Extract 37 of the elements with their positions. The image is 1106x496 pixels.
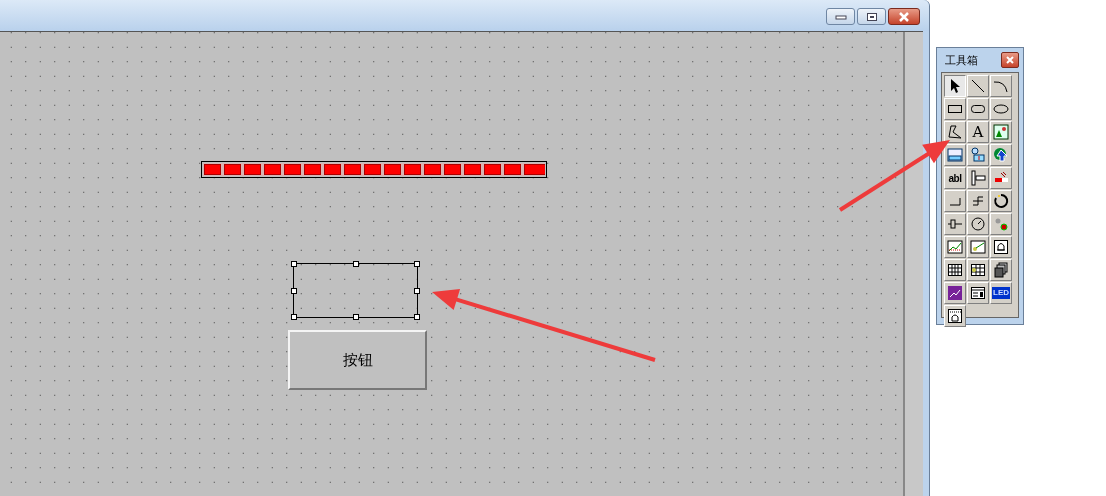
arc-icon — [993, 78, 1009, 94]
tool-button[interactable]: abl — [944, 167, 966, 189]
line-icon — [970, 78, 986, 94]
ellipse-icon — [993, 101, 1009, 117]
minimize-icon — [834, 13, 847, 20]
close-button[interactable] — [1001, 52, 1019, 68]
maximize-button[interactable] — [857, 8, 886, 25]
form-icon — [970, 285, 986, 301]
tool-button[interactable]: A — [967, 121, 989, 143]
tool-button[interactable] — [944, 75, 966, 97]
toolbox-title: 工具箱 — [944, 52, 978, 68]
close-button[interactable] — [888, 8, 920, 25]
selected-control[interactable] — [293, 263, 418, 318]
chart-icon — [947, 285, 963, 301]
trend-chart-icon — [947, 239, 963, 255]
component-icon — [970, 147, 986, 163]
ring-icon — [993, 193, 1009, 209]
dial-icon — [970, 216, 986, 232]
dots-icon — [993, 216, 1009, 232]
trend-chart-icon — [970, 239, 986, 255]
maximize-icon — [865, 11, 878, 22]
close-icon — [898, 11, 910, 22]
canvas-button[interactable]: 按钮 — [288, 330, 427, 390]
step-line-icon — [970, 193, 986, 209]
polygon-icon — [947, 124, 963, 140]
knob-icon — [947, 216, 963, 232]
bell-window-icon — [947, 308, 963, 324]
stack-icon — [993, 262, 1009, 278]
picture-icon — [993, 124, 1009, 140]
slider-icon — [970, 170, 986, 186]
bell-icon — [993, 239, 1009, 255]
panel-icon — [947, 147, 963, 163]
close-icon — [1006, 56, 1014, 64]
grid-icon — [947, 262, 963, 278]
tool-button[interactable]: LED — [990, 282, 1012, 304]
grid-icon — [970, 262, 986, 278]
up-arrow-icon — [993, 147, 1009, 163]
